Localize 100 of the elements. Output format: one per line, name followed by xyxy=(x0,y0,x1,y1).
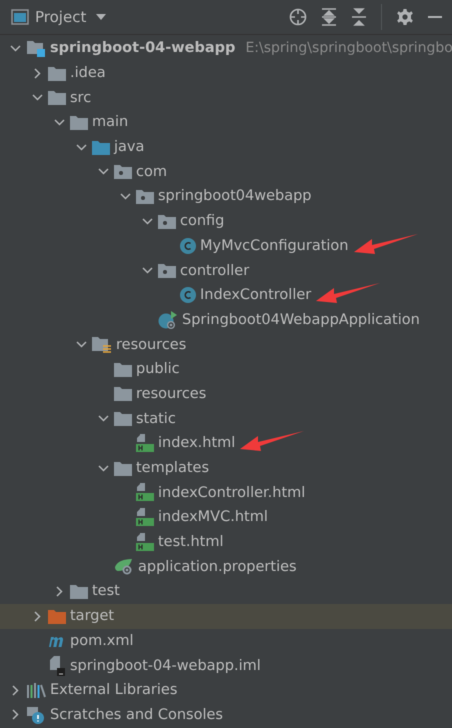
package-icon xyxy=(158,263,176,278)
tree-row[interactable]: .idea xyxy=(0,60,452,86)
chevron-down-icon[interactable] xyxy=(10,44,20,52)
node-label: com xyxy=(136,164,167,180)
node-label: MyMvcConfiguration xyxy=(200,238,348,254)
tree-row[interactable]: indexMVC.html xyxy=(0,505,452,530)
path-hint: E:\spring\springboot\springbo xyxy=(245,40,452,56)
minimize-icon[interactable] xyxy=(428,15,442,19)
package-icon xyxy=(136,188,154,204)
module-folder-icon xyxy=(26,39,46,58)
tree-row[interactable]: templates xyxy=(0,456,452,480)
crosshair-icon[interactable] xyxy=(289,8,307,26)
tree-row[interactable]: application.properties xyxy=(0,554,452,580)
tree-row[interactable]: target xyxy=(0,604,452,628)
node-label: public xyxy=(136,361,180,378)
folder-icon xyxy=(48,90,66,106)
folder-icon xyxy=(114,460,132,476)
html-file-icon xyxy=(136,508,154,527)
chevron-right-icon[interactable] xyxy=(34,68,40,79)
tree-row[interactable]: springboot-04-webapp E:\spring\springboot\springbo xyxy=(0,36,452,61)
tree-row[interactable]: config xyxy=(0,208,452,234)
library-bars-icon xyxy=(26,682,46,698)
tree-row[interactable]: External Libraries xyxy=(0,678,452,703)
chevron-down-icon[interactable] xyxy=(32,94,42,102)
node-label: test.html xyxy=(158,534,224,550)
chevron-right-icon[interactable] xyxy=(12,709,18,720)
node-label: java xyxy=(114,139,144,156)
node-label: springboot-04-webapp.iml xyxy=(70,658,261,674)
expand-all-icon[interactable] xyxy=(321,8,337,26)
tree-row[interactable]: index.html xyxy=(0,431,452,456)
node-label: target xyxy=(70,608,114,624)
tree-row[interactable]: resources xyxy=(0,332,452,357)
html-file-icon xyxy=(136,434,154,453)
scratches-icon xyxy=(26,706,46,724)
panel-title[interactable]: Project xyxy=(35,8,86,26)
chevron-down-icon[interactable] xyxy=(142,218,152,225)
class-icon xyxy=(180,287,196,304)
html-file-icon xyxy=(136,532,154,552)
caret-icon[interactable] xyxy=(96,14,106,20)
tree-row[interactable]: com xyxy=(0,159,452,184)
tree-row[interactable]: springboot04webapp xyxy=(0,184,452,209)
chevron-down-icon[interactable] xyxy=(142,267,152,274)
chevron-down-icon[interactable] xyxy=(98,415,108,422)
node-label: Springboot04WebappApplication xyxy=(182,312,420,328)
chevron-right-icon[interactable] xyxy=(56,586,62,597)
chevron-right-icon[interactable] xyxy=(34,610,40,622)
tree-row[interactable]: MyMvcConfiguration xyxy=(0,234,452,258)
folder-icon xyxy=(48,608,66,624)
tree-row[interactable]: src xyxy=(0,85,452,110)
tree-row[interactable]: controller xyxy=(0,258,452,283)
tree-row[interactable]: springboot-04-webapp.iml xyxy=(0,653,452,678)
tree-row[interactable]: resources xyxy=(0,382,452,406)
node-label: IndexController xyxy=(200,287,312,304)
collapse-all-icon[interactable] xyxy=(351,8,367,26)
node-label: External Libraries xyxy=(50,682,178,698)
folder-icon xyxy=(114,411,132,426)
folder-icon xyxy=(70,584,88,599)
node-label: src xyxy=(70,90,92,106)
package-icon xyxy=(114,164,132,180)
tree-row[interactable]: pom.xml xyxy=(0,628,452,654)
node-label: pom.xml xyxy=(70,632,134,649)
folder-icon xyxy=(114,386,132,402)
node-label: indexController.html xyxy=(158,484,306,501)
chevron-down-icon[interactable] xyxy=(54,118,64,126)
tree-row[interactable]: main xyxy=(0,110,452,135)
folder-icon xyxy=(92,140,110,155)
tree-row[interactable]: static xyxy=(0,406,452,431)
node-label: resources xyxy=(116,336,186,353)
node-label: Scratches and Consoles xyxy=(50,706,223,723)
resources-folder-icon xyxy=(92,336,112,354)
folder-icon xyxy=(70,114,88,130)
chevron-down-icon[interactable] xyxy=(98,464,108,472)
chevron-down-icon[interactable] xyxy=(120,192,130,200)
folder-icon xyxy=(114,362,132,377)
class-run-icon xyxy=(158,310,178,330)
window-icon xyxy=(11,9,29,25)
node-label: controller xyxy=(180,262,250,279)
settings-icon[interactable] xyxy=(396,8,414,26)
tree-row[interactable]: Scratches and Consoles xyxy=(0,702,452,728)
tree-row[interactable]: IndexController xyxy=(0,282,452,308)
tree-row[interactable]: test.html xyxy=(0,530,452,554)
class-icon xyxy=(180,238,196,254)
node-label: templates xyxy=(136,460,210,476)
folder-icon xyxy=(48,66,66,81)
tree-row[interactable]: public xyxy=(0,356,452,382)
node-label: application.properties xyxy=(138,558,297,575)
tree-row[interactable]: test xyxy=(0,579,452,604)
chevron-right-icon[interactable] xyxy=(12,684,18,696)
node-label: main xyxy=(92,114,128,130)
node-label: springboot04webapp xyxy=(158,188,312,204)
spring-leaf-icon xyxy=(114,558,134,576)
chevron-down-icon[interactable] xyxy=(76,144,86,151)
chevron-down-icon[interactable] xyxy=(98,168,108,176)
tree-row[interactable]: indexController.html xyxy=(0,480,452,506)
node-label: static xyxy=(136,410,176,427)
tree-row[interactable]: Springboot04WebappApplication xyxy=(0,308,452,332)
chevron-down-icon[interactable] xyxy=(76,341,86,348)
node-label: .idea xyxy=(70,65,106,82)
tree-row[interactable]: java xyxy=(0,134,452,160)
node-label: test xyxy=(92,583,120,600)
